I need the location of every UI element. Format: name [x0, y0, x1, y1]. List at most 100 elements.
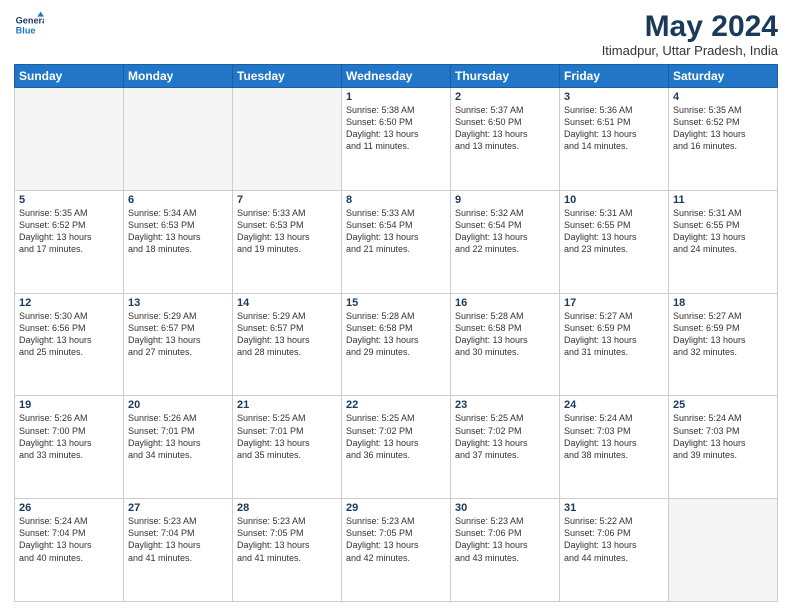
calendar-day-cell: 16Sunrise: 5:28 AMSunset: 6:58 PMDayligh…: [451, 293, 560, 396]
main-title: May 2024: [602, 10, 778, 43]
calendar-header: Sunday Monday Tuesday Wednesday Thursday…: [15, 65, 778, 88]
day-number: 14: [237, 297, 337, 309]
day-number: 18: [673, 297, 773, 309]
day-info: Sunrise: 5:28 AMSunset: 6:58 PMDaylight:…: [455, 310, 555, 359]
day-info: Sunrise: 5:24 AMSunset: 7:03 PMDaylight:…: [673, 412, 773, 461]
day-info: Sunrise: 5:27 AMSunset: 6:59 PMDaylight:…: [564, 310, 664, 359]
day-number: 15: [346, 297, 446, 309]
calendar-day-cell: 10Sunrise: 5:31 AMSunset: 6:55 PMDayligh…: [560, 190, 669, 293]
calendar-day-cell: 8Sunrise: 5:33 AMSunset: 6:54 PMDaylight…: [342, 190, 451, 293]
day-number: 17: [564, 297, 664, 309]
day-number: 5: [19, 194, 119, 206]
calendar-day-cell: 19Sunrise: 5:26 AMSunset: 7:00 PMDayligh…: [15, 396, 124, 499]
svg-text:Blue: Blue: [16, 25, 36, 35]
calendar-week-row: 5Sunrise: 5:35 AMSunset: 6:52 PMDaylight…: [15, 190, 778, 293]
calendar-day-cell: 20Sunrise: 5:26 AMSunset: 7:01 PMDayligh…: [124, 396, 233, 499]
day-info: Sunrise: 5:22 AMSunset: 7:06 PMDaylight:…: [564, 515, 664, 564]
logo: General Blue: [14, 10, 44, 40]
day-number: 29: [346, 502, 446, 514]
day-number: 20: [128, 399, 228, 411]
calendar-day-cell: 5Sunrise: 5:35 AMSunset: 6:52 PMDaylight…: [15, 190, 124, 293]
day-info: Sunrise: 5:31 AMSunset: 6:55 PMDaylight:…: [564, 207, 664, 256]
day-info: Sunrise: 5:23 AMSunset: 7:04 PMDaylight:…: [128, 515, 228, 564]
day-info: Sunrise: 5:29 AMSunset: 6:57 PMDaylight:…: [128, 310, 228, 359]
day-info: Sunrise: 5:25 AMSunset: 7:02 PMDaylight:…: [346, 412, 446, 461]
day-number: 13: [128, 297, 228, 309]
calendar-day-cell: 13Sunrise: 5:29 AMSunset: 6:57 PMDayligh…: [124, 293, 233, 396]
day-info: Sunrise: 5:35 AMSunset: 6:52 PMDaylight:…: [673, 104, 773, 153]
day-info: Sunrise: 5:28 AMSunset: 6:58 PMDaylight:…: [346, 310, 446, 359]
day-number: 2: [455, 91, 555, 103]
day-info: Sunrise: 5:37 AMSunset: 6:50 PMDaylight:…: [455, 104, 555, 153]
day-info: Sunrise: 5:38 AMSunset: 6:50 PMDaylight:…: [346, 104, 446, 153]
header-row: Sunday Monday Tuesday Wednesday Thursday…: [15, 65, 778, 88]
day-number: 26: [19, 502, 119, 514]
day-number: 28: [237, 502, 337, 514]
calendar-day-cell: 17Sunrise: 5:27 AMSunset: 6:59 PMDayligh…: [560, 293, 669, 396]
col-wednesday: Wednesday: [342, 65, 451, 88]
day-info: Sunrise: 5:23 AMSunset: 7:05 PMDaylight:…: [237, 515, 337, 564]
calendar-day-cell: 21Sunrise: 5:25 AMSunset: 7:01 PMDayligh…: [233, 396, 342, 499]
calendar-day-cell: 14Sunrise: 5:29 AMSunset: 6:57 PMDayligh…: [233, 293, 342, 396]
day-number: 19: [19, 399, 119, 411]
page: General Blue May 2024 Itimadpur, Uttar P…: [0, 0, 792, 612]
day-info: Sunrise: 5:31 AMSunset: 6:55 PMDaylight:…: [673, 207, 773, 256]
calendar-day-cell: 1Sunrise: 5:38 AMSunset: 6:50 PMDaylight…: [342, 88, 451, 191]
day-info: Sunrise: 5:23 AMSunset: 7:05 PMDaylight:…: [346, 515, 446, 564]
calendar-day-cell: 26Sunrise: 5:24 AMSunset: 7:04 PMDayligh…: [15, 499, 124, 602]
calendar-day-cell: 2Sunrise: 5:37 AMSunset: 6:50 PMDaylight…: [451, 88, 560, 191]
subtitle: Itimadpur, Uttar Pradesh, India: [602, 43, 778, 58]
day-info: Sunrise: 5:33 AMSunset: 6:53 PMDaylight:…: [237, 207, 337, 256]
calendar-week-row: 12Sunrise: 5:30 AMSunset: 6:56 PMDayligh…: [15, 293, 778, 396]
day-number: 30: [455, 502, 555, 514]
calendar-table: Sunday Monday Tuesday Wednesday Thursday…: [14, 64, 778, 602]
col-saturday: Saturday: [669, 65, 778, 88]
calendar-day-cell: 11Sunrise: 5:31 AMSunset: 6:55 PMDayligh…: [669, 190, 778, 293]
day-number: 1: [346, 91, 446, 103]
calendar-day-cell: 22Sunrise: 5:25 AMSunset: 7:02 PMDayligh…: [342, 396, 451, 499]
day-info: Sunrise: 5:32 AMSunset: 6:54 PMDaylight:…: [455, 207, 555, 256]
col-sunday: Sunday: [15, 65, 124, 88]
calendar-day-cell: 28Sunrise: 5:23 AMSunset: 7:05 PMDayligh…: [233, 499, 342, 602]
col-thursday: Thursday: [451, 65, 560, 88]
day-info: Sunrise: 5:23 AMSunset: 7:06 PMDaylight:…: [455, 515, 555, 564]
calendar-day-cell: [124, 88, 233, 191]
calendar-day-cell: [233, 88, 342, 191]
day-number: 21: [237, 399, 337, 411]
day-info: Sunrise: 5:24 AMSunset: 7:03 PMDaylight:…: [564, 412, 664, 461]
day-number: 24: [564, 399, 664, 411]
day-number: 22: [346, 399, 446, 411]
col-friday: Friday: [560, 65, 669, 88]
calendar-body: 1Sunrise: 5:38 AMSunset: 6:50 PMDaylight…: [15, 88, 778, 602]
day-number: 10: [564, 194, 664, 206]
day-info: Sunrise: 5:33 AMSunset: 6:54 PMDaylight:…: [346, 207, 446, 256]
day-number: 3: [564, 91, 664, 103]
calendar-day-cell: 30Sunrise: 5:23 AMSunset: 7:06 PMDayligh…: [451, 499, 560, 602]
calendar-day-cell: 31Sunrise: 5:22 AMSunset: 7:06 PMDayligh…: [560, 499, 669, 602]
calendar-day-cell: 24Sunrise: 5:24 AMSunset: 7:03 PMDayligh…: [560, 396, 669, 499]
calendar-day-cell: 12Sunrise: 5:30 AMSunset: 6:56 PMDayligh…: [15, 293, 124, 396]
calendar-day-cell: [669, 499, 778, 602]
day-info: Sunrise: 5:34 AMSunset: 6:53 PMDaylight:…: [128, 207, 228, 256]
day-info: Sunrise: 5:36 AMSunset: 6:51 PMDaylight:…: [564, 104, 664, 153]
day-number: 27: [128, 502, 228, 514]
calendar-week-row: 26Sunrise: 5:24 AMSunset: 7:04 PMDayligh…: [15, 499, 778, 602]
calendar-day-cell: 3Sunrise: 5:36 AMSunset: 6:51 PMDaylight…: [560, 88, 669, 191]
day-number: 4: [673, 91, 773, 103]
day-number: 25: [673, 399, 773, 411]
calendar-day-cell: 4Sunrise: 5:35 AMSunset: 6:52 PMDaylight…: [669, 88, 778, 191]
logo-icon: General Blue: [14, 10, 44, 40]
calendar-day-cell: 29Sunrise: 5:23 AMSunset: 7:05 PMDayligh…: [342, 499, 451, 602]
day-number: 12: [19, 297, 119, 309]
col-tuesday: Tuesday: [233, 65, 342, 88]
day-info: Sunrise: 5:26 AMSunset: 7:01 PMDaylight:…: [128, 412, 228, 461]
day-number: 16: [455, 297, 555, 309]
day-info: Sunrise: 5:27 AMSunset: 6:59 PMDaylight:…: [673, 310, 773, 359]
calendar-day-cell: 7Sunrise: 5:33 AMSunset: 6:53 PMDaylight…: [233, 190, 342, 293]
calendar-day-cell: 15Sunrise: 5:28 AMSunset: 6:58 PMDayligh…: [342, 293, 451, 396]
day-number: 6: [128, 194, 228, 206]
day-number: 9: [455, 194, 555, 206]
day-info: Sunrise: 5:24 AMSunset: 7:04 PMDaylight:…: [19, 515, 119, 564]
day-info: Sunrise: 5:35 AMSunset: 6:52 PMDaylight:…: [19, 207, 119, 256]
calendar-week-row: 19Sunrise: 5:26 AMSunset: 7:00 PMDayligh…: [15, 396, 778, 499]
